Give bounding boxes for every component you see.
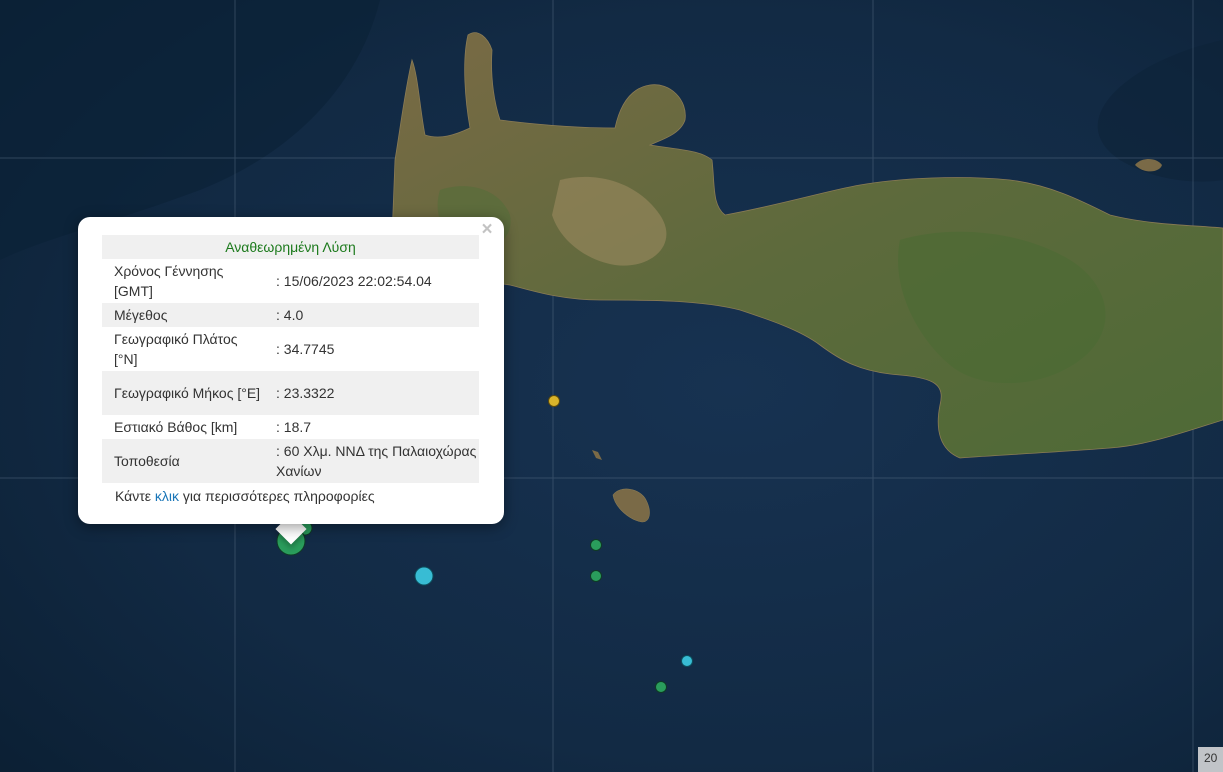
location-value: : 60 Χλμ. ΝΝΔ της Παλαιοχώρας Χανίων: [264, 439, 479, 483]
magnitude-label: Μέγεθος: [102, 303, 264, 327]
longitude-value: : 23.3322: [264, 371, 479, 415]
popup-title: Αναθεωρημένη Λύση: [102, 235, 479, 259]
table-row: Χρόνος Γέννησης [GMT] : 15/06/2023 22:02…: [102, 259, 479, 303]
earthquake-marker[interactable]: [681, 655, 693, 667]
popup-content: Αναθεωρημένη Λύση Χρόνος Γέννησης [GMT] …: [102, 235, 479, 505]
table-row: Γεωγραφικό Μήκος [°E] : 23.3322: [102, 371, 479, 415]
magnitude-value: : 4.0: [264, 303, 479, 327]
footer-suffix: για περισσότερες πληροφορίες: [179, 488, 375, 504]
earthquake-marker[interactable]: [655, 681, 667, 693]
origin-time-label: Χρόνος Γέννησης [GMT]: [114, 263, 224, 299]
table-row: Τοποθεσία : 60 Χλμ. ΝΝΔ της Παλαιοχώρας …: [102, 439, 479, 483]
map-attribution: 20: [1198, 747, 1223, 772]
table-row: Εστιακό Βάθος [km] : 18.7: [102, 415, 479, 439]
footer-prefix: Κάντε: [115, 488, 155, 504]
latitude-value: : 34.7745: [276, 341, 335, 357]
table-row: Γεωγραφικό Πλάτος [°N] : 34.7745: [102, 327, 479, 371]
earthquake-marker[interactable]: [590, 570, 602, 582]
more-info-link[interactable]: κλικ: [155, 488, 179, 504]
close-icon[interactable]: ×: [478, 220, 496, 239]
longitude-label: Γεωγραφικό Μήκος [°E]: [102, 371, 264, 415]
earthquake-details-table: Αναθεωρημένη Λύση Χρόνος Γέννησης [GMT] …: [102, 235, 479, 483]
latitude-label: Γεωγραφικό Πλάτος [°N]: [114, 331, 238, 367]
origin-time-value: : 15/06/2023 22:02:54.04: [276, 273, 432, 289]
earthquake-popup: × Αναθεωρημένη Λύση Χρόνος Γέννησης [GMT…: [78, 217, 504, 524]
earthquake-marker[interactable]: [414, 566, 434, 586]
earthquake-marker[interactable]: [590, 539, 602, 551]
table-row: Μέγεθος : 4.0: [102, 303, 479, 327]
location-label: Τοποθεσία: [102, 439, 264, 483]
more-info-text: Κάντε κλικ για περισσότερες πληροφορίες: [102, 487, 479, 505]
depth-label: Εστιακό Βάθος [km]: [114, 419, 238, 435]
table-row: Αναθεωρημένη Λύση: [102, 235, 479, 259]
earthquake-marker[interactable]: [548, 395, 560, 407]
depth-value: : 18.7: [276, 419, 312, 435]
